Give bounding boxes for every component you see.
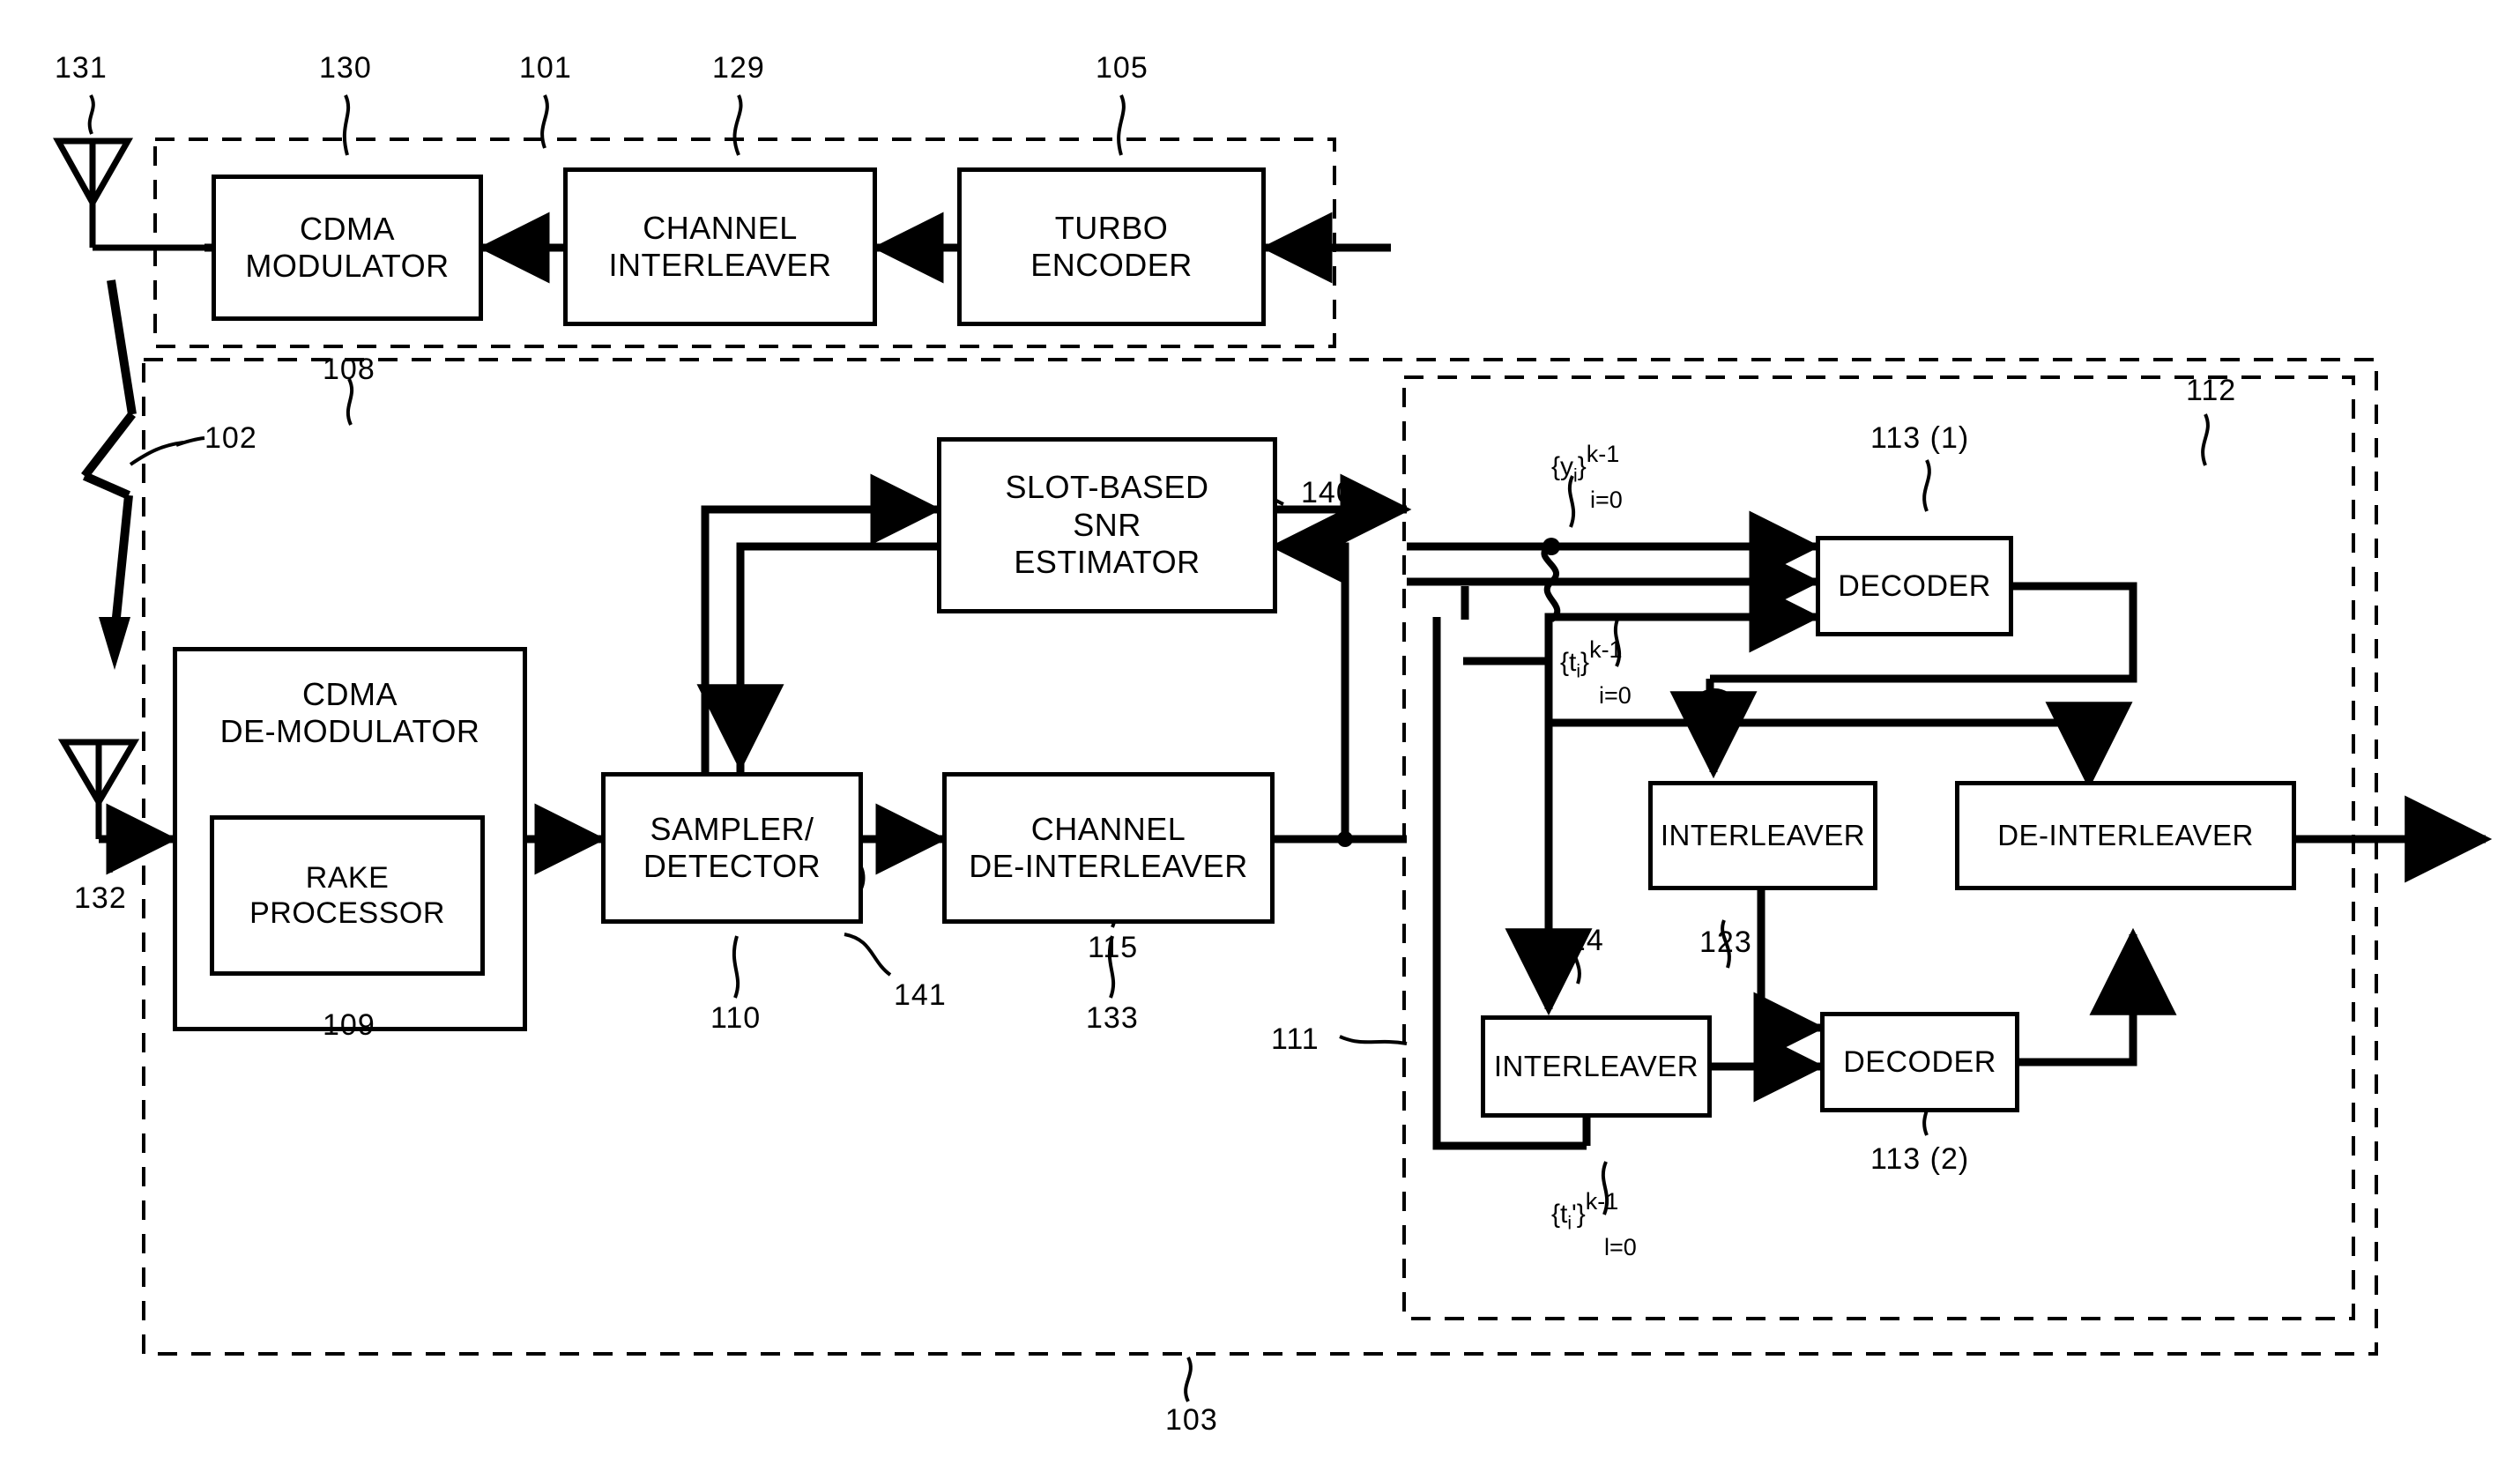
block-label-decoder-1: DECODER <box>1838 569 1991 603</box>
interleaver123-output-wires <box>1753 890 1825 1064</box>
block-channel-interleaver: CHANNEL INTERLEAVER <box>563 167 877 326</box>
block-decoder-1: DECODER <box>1816 536 2013 636</box>
ref-140: 140 <box>1301 476 1354 509</box>
ref-124: 124 <box>1551 924 1604 957</box>
block-label-channel-deinterleaver: CHANNEL DE-INTERLEAVER <box>969 810 1248 884</box>
leader-130 <box>342 94 351 156</box>
signal-yi-lower: i=0 <box>1590 487 1623 514</box>
block-interleaver-123: INTERLEAVER <box>1648 781 1877 890</box>
transmit-antenna <box>53 137 204 251</box>
signal-ti-main: {ti}k-1 <box>1560 636 1623 682</box>
block-label-cdma-modulator: CDMA MODULATOR <box>245 210 450 284</box>
block-label-interleaver-124: INTERLEAVER <box>1493 1049 1699 1082</box>
signal-label-ti-prime: {ti'}k-1 l=0 <box>1551 1188 1637 1261</box>
signal-yi-main: {yi}k-1 <box>1551 441 1620 487</box>
block-cdma-modulator: CDMA MODULATOR <box>212 175 483 321</box>
ref-129: 129 <box>712 51 765 85</box>
leader-103 <box>1184 1356 1193 1402</box>
patent-figure: CDMA MODULATOR CHANNEL INTERLEAVER TURBO… <box>0 0 2520 1479</box>
leader-112 <box>2201 413 2210 466</box>
block-label-interleaver-123: INTERLEAVER <box>1660 818 1866 851</box>
leader-113-1 <box>1922 459 1931 512</box>
ref-123: 123 <box>1699 925 1752 959</box>
block-label-channel-interleaver: CHANNEL INTERLEAVER <box>608 209 832 283</box>
leader-110 <box>732 935 740 999</box>
leader-101 <box>540 94 549 149</box>
signal-label-ti: {ti}k-1 i=0 <box>1560 636 1632 710</box>
ref-103: 103 <box>1165 1403 1218 1437</box>
block-rake-processor: RAKE PROCESSOR <box>210 815 485 976</box>
signal-tiprime-lower: l=0 <box>1604 1234 1637 1261</box>
snr-output-wires <box>1267 473 1412 839</box>
leader-111 <box>1339 1035 1408 1045</box>
block-label-snr-estimator: SLOT-BASED SNR ESTIMATOR <box>1005 469 1209 581</box>
ref-131: 131 <box>55 51 108 85</box>
block-label-turbo-encoder: TURBO ENCODER <box>1030 209 1193 283</box>
block-decoder-2: DECODER <box>1820 1012 2019 1112</box>
block-label-cdma-demodulator: CDMA DE-MODULATOR <box>219 676 480 750</box>
ref-101: 101 <box>519 51 572 85</box>
ref-109: 109 <box>323 1008 375 1042</box>
lightning-arrowhead <box>99 617 130 670</box>
decoder2-output-wires <box>2019 927 2177 1067</box>
signal-label-yi: {yi}k-1 i=0 <box>1551 441 1623 514</box>
ref-133: 133 <box>1086 1001 1139 1035</box>
ref-130: 130 <box>319 51 372 85</box>
block-snr-estimator: SLOT-BASED SNR ESTIMATOR <box>937 437 1277 613</box>
ref-113-1: 113 (1) <box>1870 421 1970 455</box>
block-label-decoder-2: DECODER <box>1843 1044 1996 1079</box>
wire-junction-dot-deint <box>1337 831 1353 847</box>
ref-102: 102 <box>204 421 257 455</box>
ref-112: 112 <box>2186 374 2237 407</box>
block-interleaver-124: INTERLEAVER <box>1481 1015 1712 1118</box>
block-deinterleaver-112: DE-INTERLEAVER <box>1955 781 2296 890</box>
block-sampler-detector: SAMPLER/ DETECTOR <box>601 772 863 924</box>
ref-132: 132 <box>74 881 127 915</box>
receive-antenna <box>57 739 140 839</box>
ref-115: 115 <box>1088 931 1139 964</box>
ref-141: 141 <box>894 978 947 1012</box>
leader-131 <box>87 94 95 135</box>
ref-110: 110 <box>710 1001 762 1035</box>
leader-129 <box>732 94 743 156</box>
block-label-rake-processor: RAKE PROCESSOR <box>249 860 445 930</box>
block-channel-deinterleaver: CHANNEL DE-INTERLEAVER <box>942 772 1275 924</box>
leader-102 <box>129 441 184 466</box>
block-label-deinterleaver-112: DE-INTERLEAVER <box>1997 818 2254 851</box>
ref-108: 108 <box>323 353 375 386</box>
channel-lightning <box>81 279 137 635</box>
leader-141 <box>844 933 892 977</box>
signal-ti-lower: i=0 <box>1599 682 1632 710</box>
leader-105 <box>1117 94 1126 156</box>
ref-111: 111 <box>1271 1022 1319 1056</box>
ref-113-2: 113 (2) <box>1870 1142 1970 1176</box>
block-label-sampler-detector: SAMPLER/ DETECTOR <box>643 810 821 884</box>
ref-105: 105 <box>1096 51 1148 85</box>
block-turbo-encoder: TURBO ENCODER <box>957 167 1266 326</box>
signal-tiprime-main: {ti'}k-1 <box>1551 1188 1619 1234</box>
